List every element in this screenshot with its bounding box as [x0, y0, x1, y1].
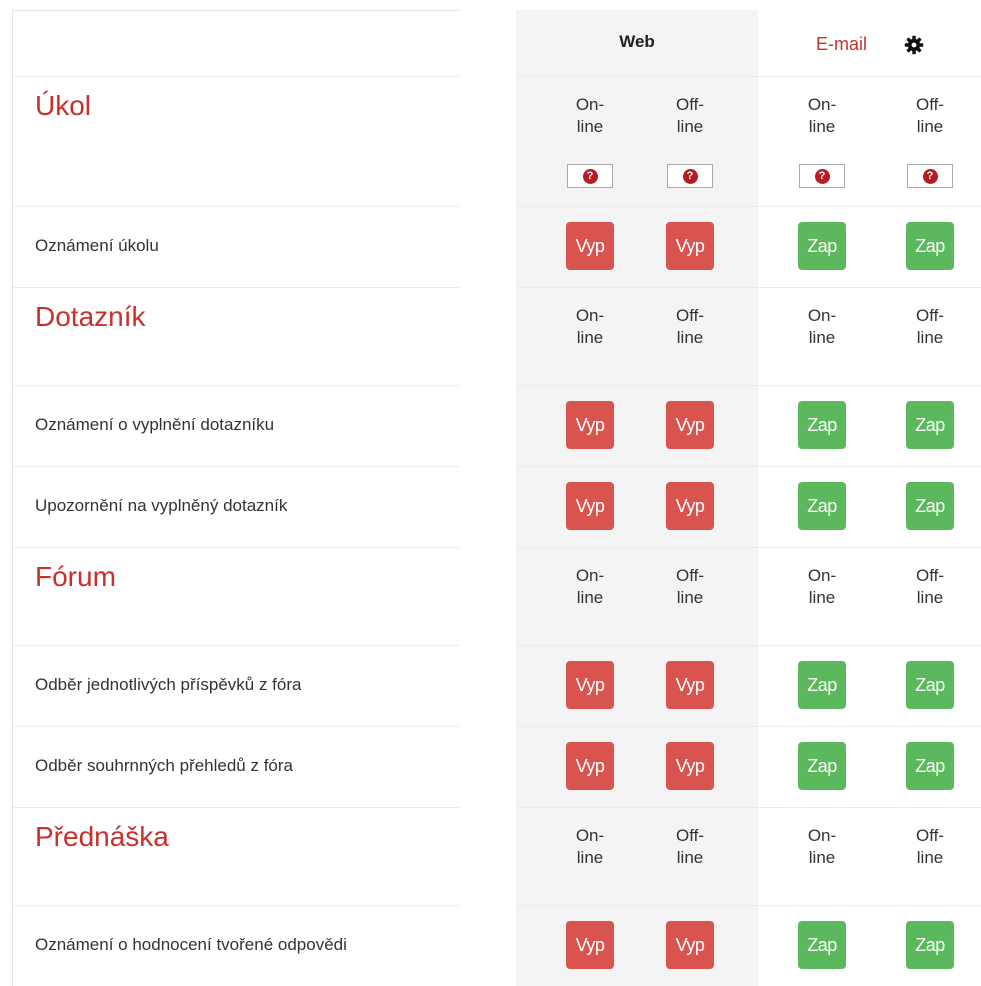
web-offline-toggle[interactable]: Vyp: [666, 742, 714, 790]
section-title: Fórum: [35, 561, 116, 592]
online-state-label: On- line: [575, 826, 605, 867]
section-divider: [516, 807, 981, 808]
notification-label: Odběr souhrnných přehledů z fóra: [35, 756, 293, 775]
web-column-header: Web: [619, 32, 655, 51]
offline-state-label: Off- line: [675, 566, 705, 607]
email-offline-toggle[interactable]: Zap: [906, 742, 954, 790]
email-offline-toggle[interactable]: Zap: [906, 661, 954, 709]
offline-state-label: Off- line: [675, 826, 705, 867]
row-divider: [516, 206, 981, 207]
notification-label: Upozornění na vyplněný dotazník: [35, 496, 288, 515]
row-divider: [516, 466, 981, 467]
online-state-label: On- line: [575, 306, 605, 347]
category-column-header: [13, 10, 459, 77]
online-state-label: On- line: [807, 95, 837, 136]
web-online-toggle[interactable]: Vyp: [566, 921, 614, 969]
preferences-columns: Web E-mail On- line? Off- line? On- line? O…: [516, 10, 981, 986]
question-circle-icon: ?: [682, 168, 698, 184]
help-button[interactable]: ?: [667, 164, 713, 188]
web-offline-toggle[interactable]: Vyp: [666, 222, 714, 270]
section-divider: [13, 287, 459, 288]
category-column: Úkol Oznámení úkolu Dotazník Oznámení o vyp…: [12, 10, 459, 986]
question-circle-icon: ?: [814, 168, 830, 184]
offline-state-label: Off- line: [915, 566, 945, 607]
row-divider: [516, 645, 981, 646]
row-divider: [13, 645, 459, 646]
email-offline-toggle[interactable]: Zap: [906, 482, 954, 530]
gear-icon[interactable]: [904, 35, 924, 55]
email-offline-toggle[interactable]: Zap: [906, 401, 954, 449]
section-divider: [13, 807, 459, 808]
web-offline-toggle[interactable]: Vyp: [666, 482, 714, 530]
row-divider: [516, 726, 981, 727]
web-offline-toggle[interactable]: Vyp: [666, 661, 714, 709]
section-divider: [516, 287, 981, 288]
row-divider: [516, 385, 981, 386]
offline-state-label: Off- line: [915, 826, 945, 867]
help-button[interactable]: ?: [907, 164, 953, 188]
email-online-toggle[interactable]: Zap: [798, 921, 846, 969]
web-online-toggle[interactable]: Vyp: [566, 482, 614, 530]
section-divider: [13, 547, 459, 548]
section-title: Dotazník: [35, 301, 146, 332]
row-divider: [13, 905, 459, 906]
online-state-label: On- line: [575, 566, 605, 607]
email-online-toggle[interactable]: Zap: [798, 661, 846, 709]
notification-label: Odběr jednotlivých příspěvků z fóra: [35, 675, 302, 694]
section-title: Přednáška: [35, 821, 169, 852]
email-online-toggle[interactable]: Zap: [798, 482, 846, 530]
notification-label: Oznámení o hodnocení tvořené odpovědi: [35, 935, 347, 954]
email-online-toggle[interactable]: Zap: [798, 742, 846, 790]
offline-state-label: Off- line: [915, 306, 945, 347]
section-divider: [516, 76, 981, 77]
offline-state-label: Off- line: [915, 95, 945, 136]
online-state-label: On- line: [807, 566, 837, 607]
offline-state-label: Off- line: [675, 95, 705, 136]
email-column-header[interactable]: E-mail: [816, 32, 867, 56]
email-offline-toggle[interactable]: Zap: [906, 921, 954, 969]
web-online-toggle[interactable]: Vyp: [566, 742, 614, 790]
row-divider: [13, 466, 459, 467]
offline-state-label: Off- line: [675, 306, 705, 347]
email-offline-toggle[interactable]: Zap: [906, 222, 954, 270]
online-state-label: On- line: [575, 95, 605, 136]
web-offline-toggle[interactable]: Vyp: [666, 921, 714, 969]
section-divider: [13, 76, 459, 77]
web-online-toggle[interactable]: Vyp: [566, 661, 614, 709]
notification-label: Oznámení úkolu: [35, 236, 159, 255]
question-circle-icon: ?: [922, 168, 938, 184]
help-button[interactable]: ?: [799, 164, 845, 188]
web-offline-toggle[interactable]: Vyp: [666, 401, 714, 449]
help-button[interactable]: ?: [567, 164, 613, 188]
section-divider: [516, 547, 981, 548]
section-title: Úkol: [35, 90, 92, 121]
notification-label: Oznámení o vyplnění dotazníku: [35, 415, 275, 434]
row-divider: [13, 206, 459, 207]
question-circle-icon: ?: [582, 168, 598, 184]
online-state-label: On- line: [807, 306, 837, 347]
email-online-toggle[interactable]: Zap: [798, 401, 846, 449]
row-divider: [13, 385, 459, 386]
row-divider: [516, 905, 981, 906]
web-online-toggle[interactable]: Vyp: [566, 401, 614, 449]
online-state-label: On- line: [807, 826, 837, 867]
web-online-toggle[interactable]: Vyp: [566, 222, 614, 270]
email-online-toggle[interactable]: Zap: [798, 222, 846, 270]
row-divider: [13, 726, 459, 727]
